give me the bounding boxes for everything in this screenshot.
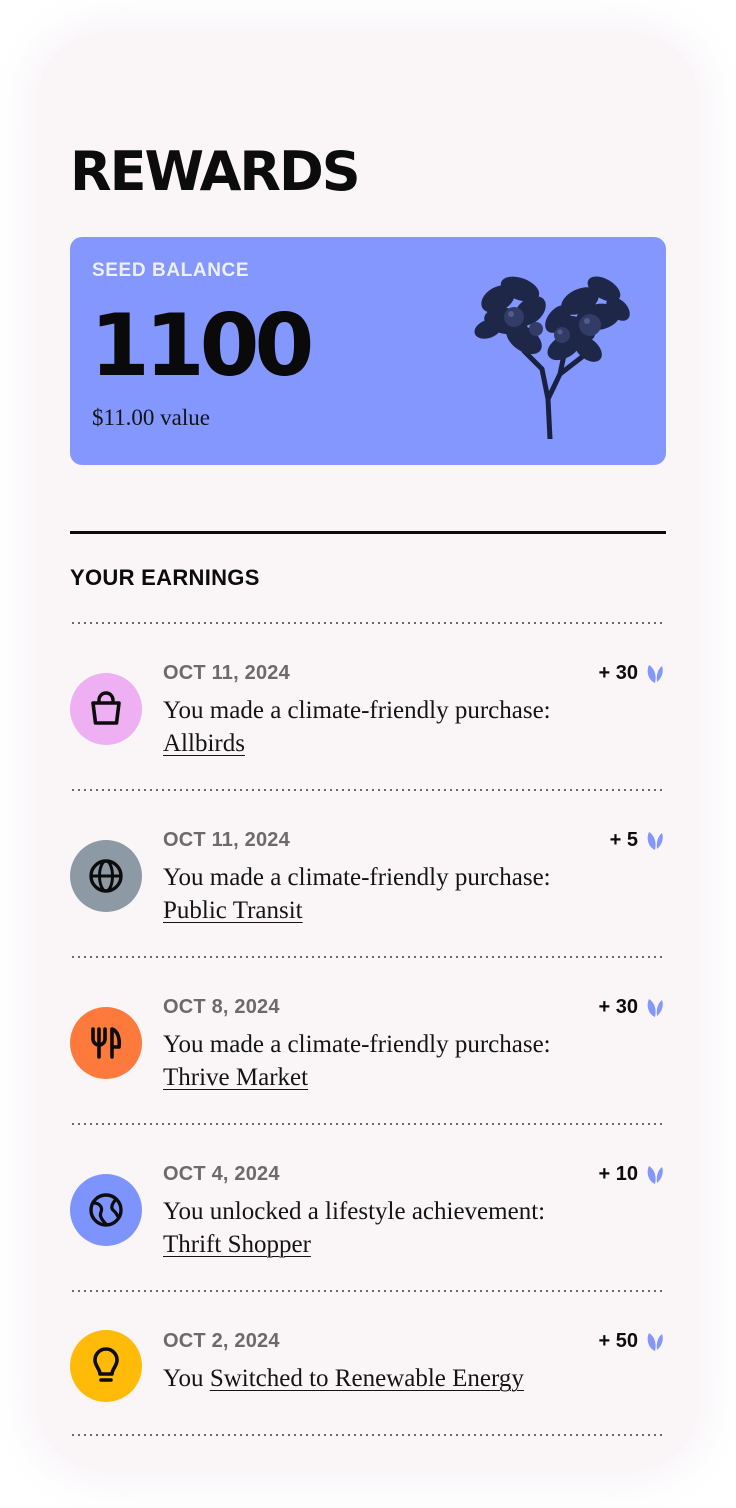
earning-item: OCT 2, 2024 + 50 You Switched to Renewab… <box>70 1330 666 1470</box>
earning-item: OCT 4, 2024 + 10 You unlocked a lifestyl… <box>70 1163 666 1303</box>
points-value: + 30 <box>598 996 638 1018</box>
earning-points: + 5 <box>610 829 666 852</box>
balance-value: 1100 <box>90 296 314 396</box>
points-value: + 50 <box>598 1330 638 1352</box>
section-divider <box>70 531 666 534</box>
tree-illustration <box>474 276 630 439</box>
shopping-bag-icon <box>91 691 121 725</box>
earning-text: You made a climate-friendly purchase: <box>163 697 551 724</box>
row-divider <box>70 956 666 958</box>
merchant-link[interactable]: Thrive Market <box>163 1061 663 1094</box>
achievement-link[interactable]: Switched to Renewable Energy <box>210 1365 524 1392</box>
earning-date: OCT 11, 2024 <box>163 662 290 684</box>
earning-description: You made a climate-friendly purchase: Pu… <box>163 861 663 927</box>
earning-item: OCT 8, 2024 + 30 You made a climate-frie… <box>70 996 666 1136</box>
earning-text: You <box>163 1365 204 1392</box>
earning-icon-badge <box>70 1174 142 1246</box>
earning-description: You Switched to Renewable Energy <box>163 1362 663 1395</box>
row-divider <box>70 789 666 791</box>
earning-description: You made a climate-friendly purchase: Th… <box>163 1028 663 1094</box>
earning-text: You made a climate-friendly purchase: <box>163 1031 551 1058</box>
earning-description: You made a climate-friendly purchase: Al… <box>163 694 663 760</box>
earning-date: OCT 4, 2024 <box>163 1163 280 1185</box>
earning-text: You made a climate-friendly purchase: <box>163 864 551 891</box>
phone-frame: REWARDS SEED BALANCE 1100 $11.00 value Y… <box>36 32 700 1472</box>
earning-date: OCT 11, 2024 <box>163 829 290 851</box>
earning-points: + 30 <box>599 662 666 685</box>
earning-date: OCT 2, 2024 <box>163 1330 280 1352</box>
seed-icon <box>647 1332 663 1351</box>
page-title: REWARDS <box>70 140 361 203</box>
earning-description: You unlocked a lifestyle achievement: Th… <box>163 1195 663 1261</box>
earning-icon-badge <box>70 673 142 745</box>
earning-item: OCT 11, 2024 + 5 You made a climate-frie… <box>70 829 666 969</box>
earning-item: OCT 11, 2024 + 30 You made a climate-fri… <box>70 662 666 802</box>
earth-icon <box>89 1193 123 1227</box>
earning-points: + 50 <box>599 1330 666 1353</box>
seed-icon <box>647 664 663 683</box>
points-value: + 30 <box>598 662 638 684</box>
achievement-link[interactable]: Thrift Shopper <box>163 1228 663 1261</box>
row-divider <box>70 622 666 624</box>
fork-knife-icon <box>91 1027 122 1059</box>
earning-icon-badge <box>70 1007 142 1079</box>
earning-points: + 30 <box>599 996 666 1019</box>
merchant-link[interactable]: Allbirds <box>163 727 663 760</box>
earning-points: + 10 <box>599 1163 666 1186</box>
seed-icon <box>647 831 663 850</box>
seed-icon <box>647 1165 663 1184</box>
lightbulb-icon <box>93 1347 119 1382</box>
balance-dollar-value: $11.00 value <box>92 405 210 430</box>
globe-icon <box>89 859 123 893</box>
earning-icon-badge <box>70 840 142 912</box>
earnings-section-title: YOUR EARNINGS <box>70 565 260 590</box>
balance-label: SEED BALANCE <box>92 260 250 281</box>
row-divider <box>70 1290 666 1292</box>
row-divider <box>70 1123 666 1125</box>
points-value: + 5 <box>609 829 638 851</box>
seed-icon <box>647 998 663 1017</box>
earning-date: OCT 8, 2024 <box>163 996 280 1018</box>
row-divider <box>70 1434 666 1436</box>
seed-balance-card: SEED BALANCE 1100 $11.00 value <box>70 237 666 465</box>
merchant-link[interactable]: Public Transit <box>163 894 663 927</box>
earning-icon-badge <box>70 1330 142 1402</box>
earning-text: You unlocked a lifestyle achievement: <box>163 1198 546 1225</box>
points-value: + 10 <box>598 1163 638 1185</box>
